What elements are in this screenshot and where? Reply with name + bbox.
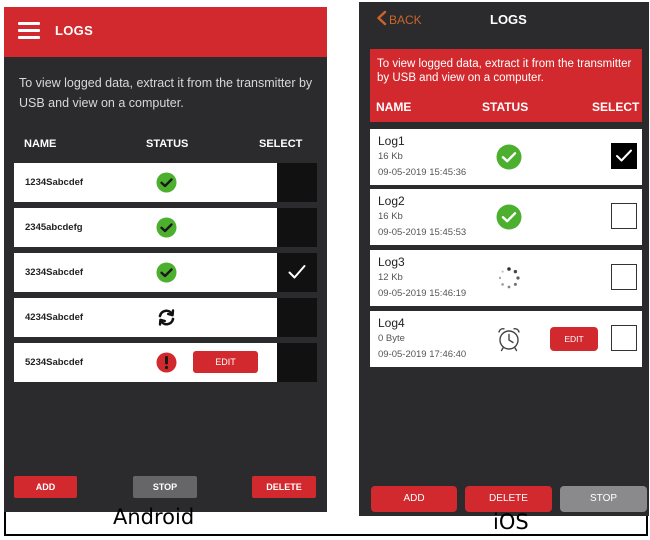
log-date: 09-05-2019 17:46:40: [378, 349, 467, 360]
check-circle-icon: [156, 262, 177, 283]
select-cell[interactable]: [277, 208, 317, 247]
column-header-select: SELECT: [259, 138, 303, 150]
table-row[interactable]: 2345abcdefg: [14, 208, 277, 247]
select-cell[interactable]: [277, 163, 317, 202]
table-row[interactable]: 3234Sabcdef: [14, 253, 277, 292]
log-size: 12 Kb: [378, 272, 403, 283]
column-header-select: SELECT: [592, 100, 640, 114]
log-size: 16 Kb: [378, 211, 403, 222]
select-cell[interactable]: [277, 298, 317, 337]
info-text: To view logged data, extract it from the…: [19, 76, 313, 110]
platform-caption-android: Android: [113, 505, 195, 529]
table-row[interactable]: 1234Sabcdef: [14, 163, 277, 202]
delete-button[interactable]: DELETE: [465, 486, 552, 512]
app-header: LOGS: [4, 7, 327, 57]
check-circle-icon: [496, 204, 522, 230]
log-date: 09-05-2019 15:45:53: [378, 227, 467, 238]
select-cell-checked[interactable]: [277, 253, 317, 292]
android-screen: LOGS To view logged data, extract it fro…: [4, 7, 327, 512]
select-checkbox[interactable]: [611, 325, 637, 351]
exclamation-circle-icon: [156, 352, 177, 373]
select-checkbox[interactable]: [611, 264, 637, 290]
select-checkbox[interactable]: [611, 203, 637, 229]
add-button[interactable]: ADD: [14, 476, 77, 498]
check-circle-icon: [496, 144, 522, 170]
ios-screen: BACK LOGS To view logged data, extract i…: [359, 2, 649, 516]
frame-line: [646, 514, 648, 536]
log-size: 0 Byte: [378, 333, 405, 344]
comparison-screenshot: LOGS To view logged data, extract it fro…: [0, 0, 650, 540]
frame-line: [4, 534, 647, 536]
list-item[interactable]: Log4 0 Byte 09-05-2019 17:46:40 EDIT: [370, 311, 642, 367]
log-date: 09-05-2019 15:46:19: [378, 288, 467, 299]
select-cell[interactable]: [277, 343, 317, 382]
back-button[interactable]: BACK: [389, 13, 422, 27]
page-title: LOGS: [490, 12, 527, 27]
select-checkbox-checked[interactable]: [611, 143, 637, 169]
list-item[interactable]: Log1 16 Kb 09-05-2019 15:45:36: [370, 129, 642, 185]
page-title: LOGS: [55, 23, 94, 38]
table-row[interactable]: 5234Sabcdef EDIT: [14, 343, 277, 382]
info-text: To view logged data, extract it from the…: [377, 58, 632, 84]
log-name: 4234Sabcdef: [25, 312, 84, 323]
log-name: Log3: [378, 255, 405, 269]
list-item[interactable]: Log3 12 Kb 09-05-2019 15:46:19: [370, 250, 642, 306]
edit-button[interactable]: EDIT: [193, 351, 258, 373]
column-header-name: NAME: [24, 138, 57, 150]
frame-line: [4, 512, 6, 536]
platform-caption-ios: iOS: [493, 510, 529, 534]
log-name: Log1: [378, 134, 405, 148]
column-header-status: STATUS: [482, 100, 529, 114]
list-item[interactable]: Log2 16 Kb 09-05-2019 15:45:53: [370, 189, 642, 245]
checkmark-icon: [616, 149, 632, 162]
delete-button[interactable]: DELETE: [252, 476, 316, 498]
alarm-clock-icon: [498, 328, 520, 352]
column-header-name: NAME: [376, 100, 412, 114]
check-circle-icon: [156, 172, 177, 193]
stop-button[interactable]: STOP: [560, 486, 647, 512]
log-name: 5234Sabcdef: [25, 357, 84, 368]
log-name: 2345abcdefg: [25, 222, 83, 233]
info-banner: To view logged data, extract it from the…: [370, 49, 642, 122]
log-size: 16 Kb: [378, 151, 403, 162]
log-date: 09-05-2019 15:45:36: [378, 167, 467, 178]
edit-button[interactable]: EDIT: [550, 327, 598, 351]
chevron-left-icon[interactable]: [375, 10, 389, 26]
spinner-icon: [498, 267, 520, 289]
log-name: Log2: [378, 194, 405, 208]
hamburger-icon[interactable]: [18, 22, 40, 40]
table-row[interactable]: 4234Sabcdef: [14, 298, 277, 337]
column-header-status: STATUS: [146, 138, 189, 150]
refresh-icon: [158, 309, 175, 326]
log-name: 3234Sabcdef: [25, 267, 84, 278]
add-button[interactable]: ADD: [371, 486, 457, 512]
log-name: Log4: [378, 316, 405, 330]
stop-button[interactable]: STOP: [133, 476, 197, 498]
checkmark-icon: [288, 265, 306, 279]
check-circle-icon: [156, 217, 177, 238]
log-name: 1234Sabcdef: [25, 177, 84, 188]
